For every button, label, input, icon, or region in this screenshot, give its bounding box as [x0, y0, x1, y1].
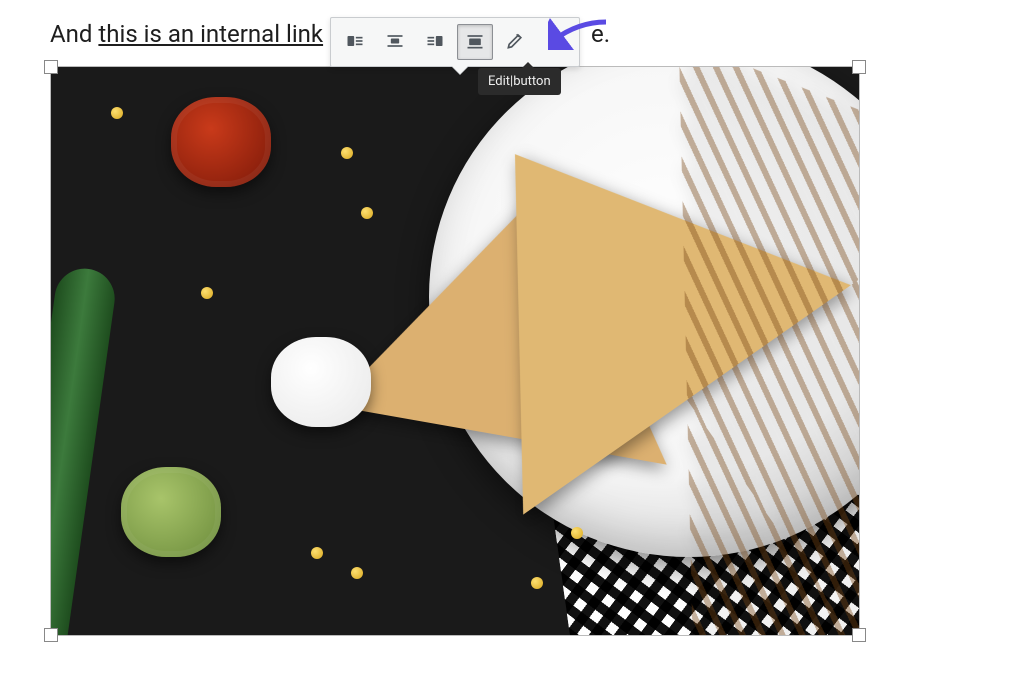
remove-button[interactable] — [537, 24, 573, 60]
tooltip-text: Edit|button — [488, 74, 551, 89]
resize-handle-tr[interactable] — [852, 60, 866, 74]
close-icon — [545, 31, 565, 54]
internal-link[interactable]: this is an internal link — [98, 20, 323, 48]
align-right-button[interactable] — [417, 24, 453, 60]
edit-button[interactable] — [497, 24, 533, 60]
text-before: And — [50, 20, 98, 48]
align-none-button[interactable] — [457, 24, 493, 60]
align-center-icon — [385, 31, 405, 54]
image-content — [51, 67, 859, 635]
align-center-button[interactable] — [377, 24, 413, 60]
align-none-icon — [465, 31, 485, 54]
pencil-icon — [505, 31, 525, 54]
image-toolbar — [330, 17, 580, 67]
tooltip: Edit|button — [478, 68, 561, 95]
resize-handle-br[interactable] — [852, 628, 866, 642]
align-left-button[interactable] — [337, 24, 373, 60]
text-after-fragment: e. — [591, 20, 610, 48]
selected-image[interactable] — [50, 66, 860, 636]
align-right-icon — [425, 31, 445, 54]
align-left-icon — [345, 31, 365, 54]
resize-handle-bl[interactable] — [44, 628, 58, 642]
resize-handle-tl[interactable] — [44, 60, 58, 74]
editor-canvas[interactable]: And this is an internal link e. — [0, 0, 1024, 678]
